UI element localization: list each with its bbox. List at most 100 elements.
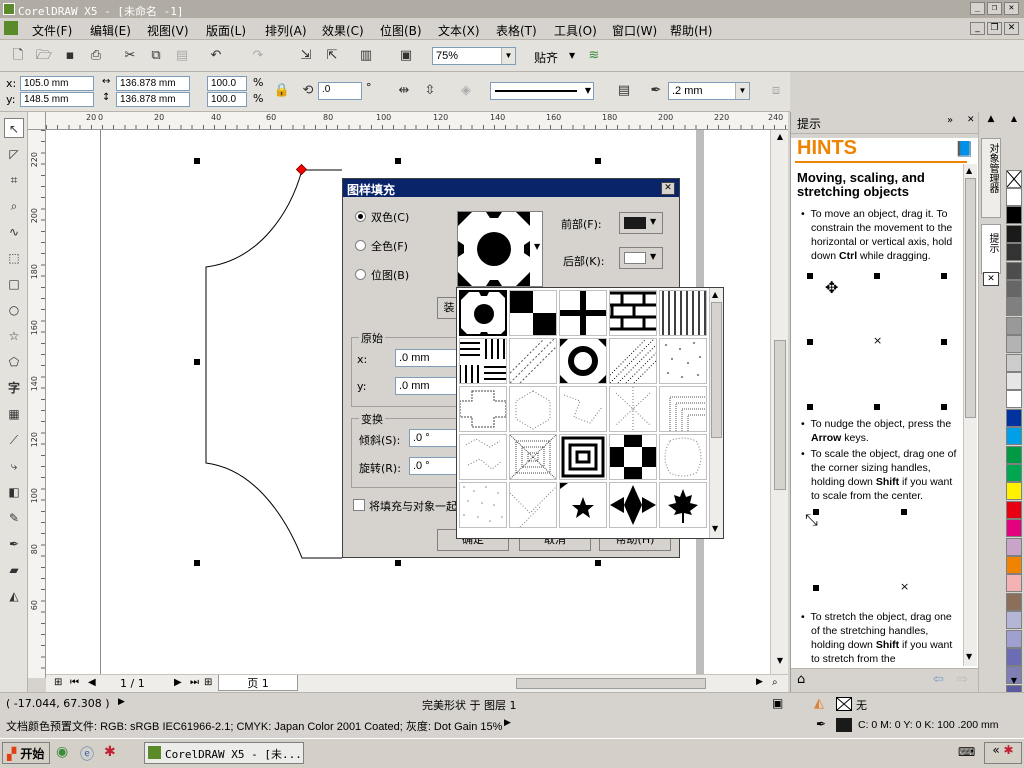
color-swatch[interactable] (1006, 390, 1022, 409)
collapse-icon[interactable]: » (947, 115, 953, 126)
menu-help[interactable]: 帮助(H) (670, 22, 712, 39)
first-page-icon[interactable]: ⏮ (70, 677, 79, 688)
scale-y-field[interactable]: 100.0 (207, 92, 247, 107)
snap-icon[interactable]: ▣ (772, 696, 783, 710)
vertical-ruler[interactable]: 220 200 180 160 140 120 100 80 60 (28, 130, 46, 678)
color-swatch[interactable] (1006, 500, 1022, 519)
color-swatch[interactable] (1006, 280, 1022, 298)
rectangle-tool-icon[interactable]: □ (4, 274, 24, 294)
sizing-handle[interactable] (595, 560, 601, 566)
scroll-thumb[interactable] (774, 340, 786, 490)
close-button[interactable]: ✕ (1004, 2, 1019, 15)
zoom-level-select[interactable]: 75% ▼ (432, 47, 516, 65)
pattern-swatch[interactable] (509, 338, 557, 384)
color-swatch[interactable] (1006, 574, 1022, 593)
pick-tool-icon[interactable]: ↖ (4, 118, 24, 138)
sizing-handle[interactable] (194, 158, 200, 164)
origin-y-field[interactable]: .0 mm (395, 377, 459, 395)
dialog-close-icon[interactable]: ✕ (661, 182, 675, 195)
chevron-down-icon[interactable]: ▼ (569, 51, 575, 60)
polygon-tool-icon[interactable]: ☆ (4, 326, 24, 346)
menu-table[interactable]: 表格(T) (496, 22, 537, 39)
no-color-swatch[interactable] (1006, 170, 1022, 188)
cut-icon[interactable]: ✂ (120, 46, 140, 66)
height-field[interactable]: 136.878 mm (116, 92, 190, 107)
skew-field[interactable]: .0 ° (409, 429, 459, 447)
vertical-scrollbar[interactable]: ▲ ▼ (770, 130, 788, 674)
scale-x-field[interactable]: 100.0 (207, 76, 247, 91)
add-page-after-icon[interactable]: ⊞ (204, 677, 212, 688)
menu-edit[interactable]: 编辑(E) (90, 22, 131, 39)
color-swatch[interactable] (1006, 243, 1022, 262)
width-field[interactable]: 136.878 mm (116, 76, 190, 91)
tray-expand-button[interactable]: « ✱ (984, 742, 1022, 764)
crop-tool-icon[interactable]: ⌗ (4, 170, 24, 190)
chrome-icon[interactable]: ◉ (56, 744, 68, 760)
book-icon[interactable]: 📘 (955, 140, 974, 158)
color-swatch[interactable] (1006, 316, 1022, 335)
menu-layout[interactable]: 版面(L) (206, 22, 246, 39)
publish-pdf-icon[interactable]: ▥ (356, 46, 376, 66)
restore-button[interactable]: ❐ (987, 2, 1002, 15)
add-page-icon[interactable]: ⊞ (54, 677, 62, 688)
sizing-handle[interactable] (194, 560, 200, 566)
convert-curves-icon[interactable]: ⧈ (766, 81, 786, 101)
outline-pen-icon[interactable]: ✒ (4, 534, 24, 554)
pattern-swatch[interactable] (609, 482, 657, 528)
basic-shapes-icon[interactable]: ⬠ (4, 352, 24, 372)
color-swatch[interactable] (1006, 629, 1022, 648)
pattern-swatch[interactable] (659, 338, 707, 384)
prev-page-icon[interactable]: ◀ (88, 677, 96, 688)
close-docker-icon[interactable]: ✕ (967, 115, 975, 125)
doc-close-button[interactable]: ✕ (1004, 22, 1019, 35)
new-icon[interactable]: 🗋 (8, 46, 28, 66)
smart-fill-icon[interactable]: ⬚ (4, 248, 24, 268)
options-icon[interactable]: ≋ (584, 46, 604, 66)
open-icon[interactable]: 🗁 (34, 46, 54, 66)
scroll-down-icon[interactable]: ▼ (966, 652, 972, 661)
mirror-vertical-icon[interactable]: ⇳ (420, 81, 440, 101)
color-swatch[interactable] (1006, 445, 1022, 464)
outline-style-select[interactable]: ▼ (490, 82, 594, 100)
y-position-field[interactable]: 148.5 mm (20, 92, 94, 107)
tab-hints[interactable]: 提示 (981, 224, 1001, 274)
pattern-swatch[interactable] (559, 338, 607, 384)
copy-icon[interactable]: ⧉ (146, 46, 166, 66)
color-swatch[interactable] (1006, 556, 1022, 574)
color-swatch[interactable] (1006, 519, 1022, 538)
full-color-radio[interactable] (355, 240, 366, 251)
pattern-swatch[interactable] (659, 482, 707, 528)
scroll-down-icon[interactable]: ▼ (712, 524, 718, 533)
pattern-swatch[interactable] (559, 290, 607, 336)
palette-up-icon[interactable]: ▲ (1006, 114, 1022, 128)
play-icon[interactable]: ▶ (118, 697, 125, 707)
start-button[interactable]: ▞ 开始 (2, 742, 50, 764)
wrap-text-icon[interactable]: ◈ (456, 81, 476, 101)
front-color-button[interactable]: ▼ (619, 212, 663, 234)
export-icon[interactable]: ⇱ (322, 46, 342, 66)
eyedropper-icon[interactable]: ✎ (4, 508, 24, 528)
snap-to-menu[interactable]: 贴齐 (534, 49, 558, 66)
pattern-swatch[interactable] (509, 386, 557, 432)
zoom-tool-icon[interactable]: ⌕ (4, 196, 24, 216)
menu-bitmaps[interactable]: 位图(B) (380, 22, 422, 39)
pattern-swatch[interactable] (659, 290, 707, 336)
connector-tool-icon[interactable]: ⤷ (4, 456, 24, 476)
pattern-swatch[interactable] (559, 386, 607, 432)
back-color-button[interactable]: ▼ (619, 247, 663, 269)
color-swatch[interactable] (1006, 537, 1022, 556)
paste-icon[interactable]: ▤ (172, 46, 192, 66)
interactive-fill-icon[interactable]: ◭ (4, 586, 24, 606)
redo-icon[interactable]: ↷ (248, 46, 268, 66)
scroll-down-icon[interactable]: ▼ (773, 656, 787, 670)
color-swatch[interactable] (1006, 408, 1022, 427)
color-swatch[interactable] (1006, 188, 1022, 206)
taskbar-coreldraw-button[interactable]: CorelDRAW X5 - [未... (144, 742, 304, 764)
keyboard-icon[interactable]: ⌨ (958, 745, 975, 759)
scroll-up-icon[interactable]: ▲ (773, 132, 787, 146)
ie-icon[interactable]: ⓔ (80, 744, 94, 764)
pattern-swatch[interactable] (459, 482, 507, 528)
menu-effects[interactable]: 效果(C) (322, 22, 364, 39)
menu-file[interactable]: 文件(F) (32, 22, 72, 39)
pattern-swatch[interactable] (559, 482, 607, 528)
